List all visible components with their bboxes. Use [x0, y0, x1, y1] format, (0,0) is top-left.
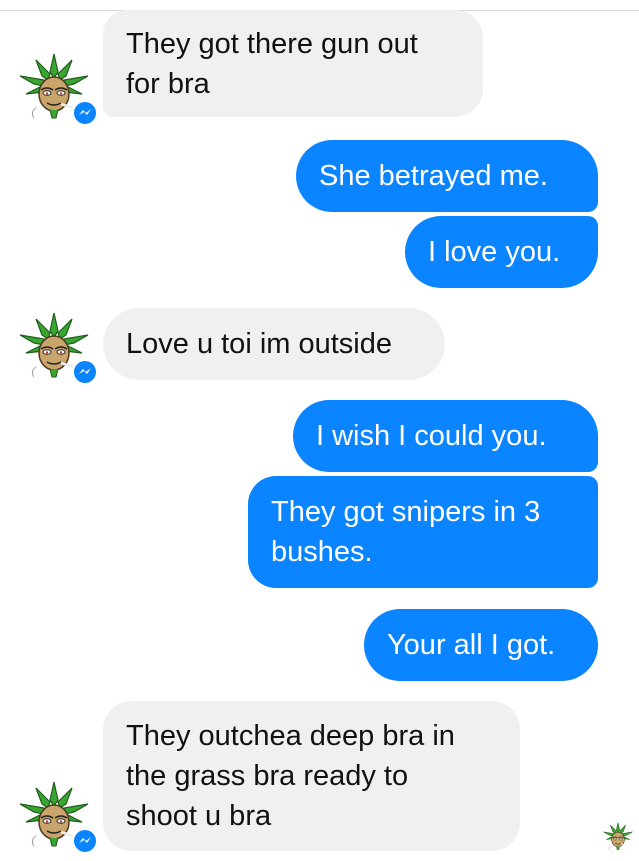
- contact-avatar[interactable]: [14, 307, 94, 387]
- messenger-badge-icon: [72, 100, 98, 126]
- incoming-message-bubble[interactable]: Love u toi im outside: [103, 308, 445, 380]
- outgoing-message-bubble[interactable]: Your all I got.: [364, 609, 598, 681]
- seen-avatar-icon: [601, 820, 635, 854]
- outgoing-message-bubble[interactable]: They got snipers in 3 bushes.: [248, 476, 598, 588]
- incoming-message-bubble[interactable]: They outchea deep bra in the grass bra r…: [103, 701, 520, 851]
- messenger-badge-icon: [72, 828, 98, 854]
- outgoing-message-bubble[interactable]: I wish I could you.: [293, 400, 598, 472]
- contact-avatar[interactable]: [14, 776, 94, 856]
- outgoing-message-bubble[interactable]: I love you.: [405, 216, 598, 288]
- contact-avatar[interactable]: [14, 48, 94, 128]
- incoming-message-bubble[interactable]: They got there gun out for bra: [103, 10, 483, 117]
- read-receipt: [601, 820, 635, 854]
- outgoing-message-bubble[interactable]: She betrayed me.: [296, 140, 598, 212]
- messenger-badge-icon: [72, 359, 98, 385]
